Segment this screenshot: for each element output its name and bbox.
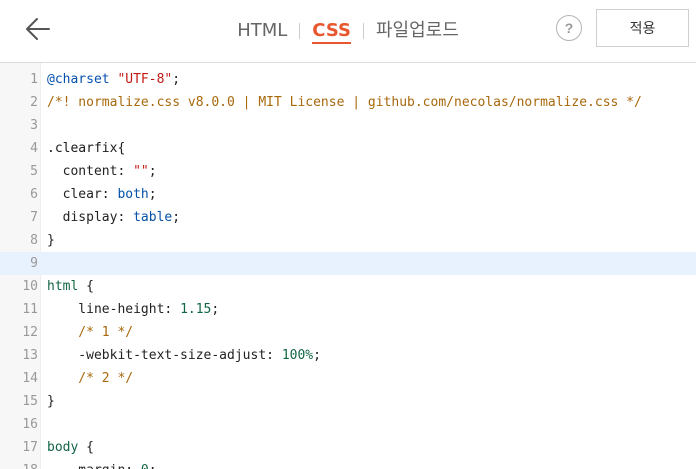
code-token: ;	[172, 210, 181, 225]
line-number: 16	[22, 417, 38, 432]
code-text: clear: both;	[47, 183, 157, 206]
code-line[interactable]: 5 content: "";	[0, 160, 696, 183]
code-token: .clearfix{	[47, 141, 126, 156]
code-token: ;	[149, 463, 157, 469]
code-text: line-height: 1.15;	[47, 298, 219, 321]
code-token: ;	[211, 302, 220, 317]
code-token: {	[78, 440, 94, 455]
code-line[interactable]: 13 -webkit-text-size-adjust: 100%;	[0, 344, 696, 367]
help-button[interactable]: ?	[556, 15, 582, 41]
code-token: 1.15	[180, 302, 212, 317]
code-text: body {	[47, 436, 94, 459]
code-token: ""	[133, 164, 149, 179]
editor-tabs: HTML CSS 파일업로드	[0, 14, 696, 48]
code-line[interactable]: 6 clear: both;	[0, 183, 696, 206]
line-number: 9	[30, 256, 38, 271]
code-token: line-height:	[47, 302, 181, 317]
code-token: ;	[148, 164, 157, 179]
code-text: @charset "UTF-8";	[47, 68, 180, 91]
code-editor[interactable]: 1 @charset "UTF-8"; 2 /*! normalize.css v8.…	[0, 63, 696, 469]
code-token: both	[117, 187, 149, 202]
code-text: display: table;	[47, 206, 180, 229]
code-line[interactable]: 1 @charset "UTF-8";	[0, 68, 696, 91]
line-number: 14	[22, 371, 38, 386]
code-lines: 1 @charset "UTF-8"; 2 /*! normalize.css v8.…	[0, 68, 696, 469]
code-text: }	[47, 390, 55, 413]
code-text: html {	[47, 275, 94, 298]
code-line[interactable]: 11 line-height: 1.15;	[0, 298, 696, 321]
code-line[interactable]: 14 /* 2 */	[0, 367, 696, 390]
code-token: body	[47, 440, 79, 455]
code-line[interactable]: 17 body {	[0, 436, 696, 459]
code-token: 100%	[281, 348, 314, 363]
code-line[interactable]: 15}	[0, 390, 696, 413]
code-token: content:	[47, 164, 134, 179]
code-text: /* 2 */	[47, 367, 133, 390]
line-number: 10	[22, 279, 38, 294]
apply-button[interactable]: 적용	[596, 9, 689, 47]
help-circle-icon: ?	[564, 20, 574, 36]
code-line[interactable]: 10 html {	[0, 275, 696, 298]
code-text: /* 1 */	[47, 321, 133, 344]
line-number: 1	[30, 72, 38, 87]
code-token: }	[47, 233, 55, 248]
code-token: -webkit-text-size-adjust:	[47, 348, 282, 363]
code-token: display:	[47, 210, 134, 225]
code-text: margin: 0;	[47, 459, 157, 469]
editor-header: HTML CSS 파일업로드 ? 적용	[0, 0, 696, 63]
line-number: 6	[30, 187, 38, 202]
code-token: 0	[141, 463, 149, 469]
code-line[interactable]: 2 /*! normalize.css v8.0.0 | MIT License …	[0, 91, 696, 114]
code-token: /* 1 */	[47, 325, 134, 340]
line-number: 17	[22, 440, 38, 455]
code-line[interactable]: 9	[0, 252, 696, 275]
code-token: "UTF-8"	[117, 72, 173, 87]
line-number: 7	[30, 210, 38, 225]
code-token: }	[47, 394, 55, 409]
tab-html[interactable]: HTML	[225, 14, 299, 48]
code-token: table	[133, 210, 173, 225]
code-line[interactable]: 7 display: table;	[0, 206, 696, 229]
code-token: ;	[172, 72, 181, 87]
line-number: 5	[30, 164, 38, 179]
code-line[interactable]: 4 .clearfix{	[0, 137, 696, 160]
code-token: /* 2 */	[47, 371, 134, 386]
line-number: 2	[30, 95, 38, 110]
code-token: margin:	[47, 463, 141, 469]
line-number: 4	[30, 141, 38, 156]
line-number: 15	[22, 394, 38, 409]
line-number: 18	[0, 459, 38, 469]
code-token: {	[78, 279, 94, 294]
line-number: 11	[22, 302, 38, 317]
code-text: /*! normalize.css v8.0.0 | MIT License |…	[47, 91, 642, 114]
tab-css[interactable]: CSS	[300, 14, 363, 48]
code-text: .clearfix{	[47, 137, 125, 160]
code-line[interactable]: 8}	[0, 229, 696, 252]
code-token: /*! normalize.css v8.0.0 | MIT License |…	[47, 95, 642, 110]
code-token: ;	[313, 348, 321, 363]
line-number: 8	[30, 233, 38, 248]
code-line[interactable]: 16	[0, 413, 696, 436]
tab-file-upload[interactable]: 파일업로드	[364, 14, 471, 48]
code-line[interactable]: 3	[0, 114, 696, 137]
code-token: html	[47, 279, 79, 294]
code-text: }	[47, 229, 55, 252]
line-number: 12	[22, 325, 38, 340]
code-token: @charset	[47, 72, 110, 87]
code-text: content: "";	[47, 160, 157, 183]
line-number: 13	[22, 348, 38, 363]
code-line[interactable]: 18 margin: 0;	[0, 459, 696, 469]
code-text: -webkit-text-size-adjust: 100%;	[47, 344, 321, 367]
line-number: 3	[30, 118, 38, 133]
code-token: clear:	[47, 187, 118, 202]
code-token: ;	[148, 187, 157, 202]
code-line[interactable]: 12 /* 1 */	[0, 321, 696, 344]
